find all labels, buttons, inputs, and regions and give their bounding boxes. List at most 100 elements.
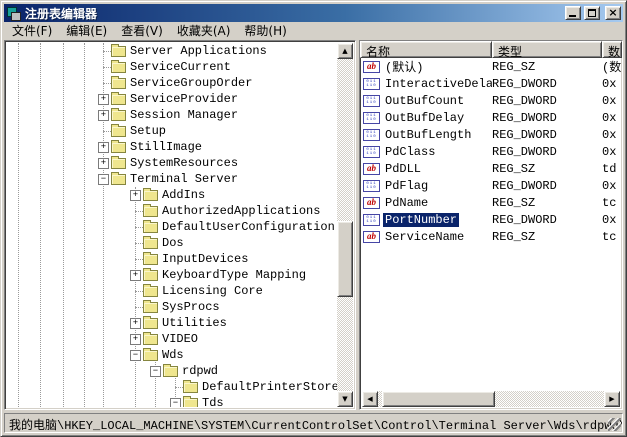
values-horizontal-scrollbar[interactable]: ◀ ▶ xyxy=(362,391,620,407)
expand-icon[interactable]: + xyxy=(130,270,141,281)
value-type: REG_DWORD xyxy=(492,94,602,108)
tree-item[interactable]: SysProcs xyxy=(7,299,337,315)
tree-item[interactable]: ServiceCurrent xyxy=(7,59,337,75)
column-header-data[interactable]: 数 xyxy=(602,41,622,58)
tree-item[interactable]: Server Applications xyxy=(7,43,337,59)
registry-value-row[interactable]: abServiceNameREG_SZtc xyxy=(360,228,622,245)
registry-value-row[interactable]: 011110PortNumberREG_DWORD0x xyxy=(360,211,622,228)
menu-item-help[interactable]: 帮助(H) xyxy=(237,21,293,40)
value-name: OutBufDelay xyxy=(383,111,466,125)
value-name-cell: 011110PortNumber xyxy=(360,213,492,227)
registry-value-row[interactable]: 011110OutBufCountREG_DWORD0x xyxy=(360,92,622,109)
scroll-left-icon[interactable]: ◀ xyxy=(362,391,378,407)
column-header-name[interactable]: 名称 xyxy=(360,41,492,58)
collapse-icon[interactable]: − xyxy=(98,174,109,185)
folder-icon xyxy=(143,302,158,313)
dword-value-icon: 011110 xyxy=(363,129,380,141)
tree-item[interactable]: DefaultUserConfiguration xyxy=(7,219,337,235)
tree-item-label: KeyboardType Mapping xyxy=(162,268,306,282)
registry-value-row[interactable]: 011110OutBufLengthREG_DWORD0x xyxy=(360,126,622,143)
menu-item-view[interactable]: 查看(V) xyxy=(114,21,170,40)
folder-icon xyxy=(143,318,158,329)
status-path-field: 我的电脑\HKEY_LOCAL_MACHINE\SYSTEM\CurrentCo… xyxy=(4,413,623,433)
value-data: 0x xyxy=(602,213,622,227)
tree-item[interactable]: Licensing Core xyxy=(7,283,337,299)
value-type: REG_DWORD xyxy=(492,213,602,227)
tree-item-label: VIDEO xyxy=(162,332,198,346)
menu-item-edit[interactable]: 编辑(E) xyxy=(59,21,114,40)
menu-item-file[interactable]: 文件(F) xyxy=(5,21,59,40)
tree-item-label: StillImage xyxy=(130,140,202,154)
tree-item[interactable]: + StillImage xyxy=(7,139,337,155)
tree-item[interactable]: + Session Manager xyxy=(7,107,337,123)
expand-icon[interactable]: + xyxy=(130,318,141,329)
tree-item[interactable]: −Terminal Server xyxy=(7,171,337,187)
tree-item[interactable]: +Utilities xyxy=(7,315,337,331)
registry-value-row[interactable]: 011110PdClassREG_DWORD0x xyxy=(360,143,622,160)
registry-value-row[interactable]: ab(默认)REG_SZ(数 xyxy=(360,58,622,75)
tree-item[interactable]: − Wds xyxy=(7,347,337,363)
title-bar[interactable]: 注册表编辑器 × xyxy=(4,4,623,22)
tree-item[interactable]: + VIDEO xyxy=(7,331,337,347)
close-button[interactable]: × xyxy=(605,6,621,20)
value-name: PdClass xyxy=(383,145,437,159)
string-value-icon: ab xyxy=(363,61,380,73)
tree-item-label: InputDevices xyxy=(162,252,248,266)
menu-item-favorites[interactable]: 收藏夹(A) xyxy=(170,21,238,40)
expand-icon[interactable]: + xyxy=(98,142,109,153)
tree-item-label: DefaultUserConfiguration xyxy=(162,220,335,234)
tree-item[interactable]: + KeyboardType Mapping xyxy=(7,267,337,283)
tree-item-label: Session Manager xyxy=(130,108,238,122)
expand-icon[interactable]: + xyxy=(98,158,109,169)
tree-item-label: Licensing Core xyxy=(162,284,263,298)
minimize-button[interactable] xyxy=(565,6,581,20)
tree-item-label: Wds xyxy=(162,348,184,362)
vertical-scrollbar-thumb[interactable] xyxy=(337,221,353,297)
expand-icon[interactable]: + xyxy=(130,334,141,345)
value-data: tc xyxy=(602,196,622,210)
collapse-icon[interactable]: − xyxy=(130,350,141,361)
folder-icon xyxy=(111,46,126,57)
resize-grip[interactable] xyxy=(608,418,621,431)
tree-item[interactable]: Setup xyxy=(7,123,337,139)
folder-icon xyxy=(143,334,158,345)
tree-item[interactable]: +ServiceProvider xyxy=(7,91,337,107)
dword-value-icon: 011110 xyxy=(363,112,380,124)
registry-value-row[interactable]: 011110PdFlagREG_DWORD0x xyxy=(360,177,622,194)
tree-item[interactable]: ServiceGroupOrder xyxy=(7,75,337,91)
registry-value-row[interactable]: 011110OutBufDelayREG_DWORD0x xyxy=(360,109,622,126)
expand-icon[interactable]: + xyxy=(98,110,109,121)
scroll-up-icon[interactable]: ▲ xyxy=(337,43,353,59)
scroll-down-icon[interactable]: ▼ xyxy=(337,391,353,407)
tree-item[interactable]: −rdpwd xyxy=(7,363,337,379)
value-type: REG_SZ xyxy=(492,162,602,176)
registry-value-row[interactable]: abPdNameREG_SZtc xyxy=(360,194,622,211)
tree-connector xyxy=(135,243,143,244)
expand-icon[interactable]: + xyxy=(98,94,109,105)
tree-item[interactable]: AuthorizedApplications xyxy=(7,203,337,219)
column-header-type[interactable]: 类型 xyxy=(492,41,602,58)
scroll-right-icon[interactable]: ▶ xyxy=(604,391,620,407)
tree-item[interactable]: +SystemResources xyxy=(7,155,337,171)
collapse-icon[interactable]: − xyxy=(170,398,181,408)
value-name: OutBufLength xyxy=(383,128,473,142)
tree-item[interactable]: InputDevices xyxy=(7,251,337,267)
tree-item-label: ServiceGroupOrder xyxy=(130,76,252,90)
horizontal-scrollbar-thumb[interactable] xyxy=(382,391,495,407)
tree-item-label: DefaultPrinterStore xyxy=(202,380,337,394)
string-value-icon: ab xyxy=(363,163,380,175)
tree-connector xyxy=(103,67,111,68)
tree-item[interactable]: +AddIns xyxy=(7,187,337,203)
maximize-button[interactable] xyxy=(584,6,600,20)
expand-icon[interactable]: + xyxy=(130,190,141,201)
tree-vertical-scrollbar[interactable]: ▲ ▼ xyxy=(337,43,353,407)
dword-value-icon: 011110 xyxy=(363,214,380,226)
collapse-icon[interactable]: − xyxy=(150,366,161,377)
tree-item[interactable]: −Tds xyxy=(7,395,337,407)
registry-value-row[interactable]: 011110InteractiveDelayREG_DWORD0x xyxy=(360,75,622,92)
minimize-icon xyxy=(569,15,576,17)
tree-item[interactable]: Dos xyxy=(7,235,337,251)
value-name-cell: abPdName xyxy=(360,196,492,210)
registry-value-row[interactable]: abPdDLLREG_SZtd xyxy=(360,160,622,177)
tree-item[interactable]: DefaultPrinterStore xyxy=(7,379,337,395)
